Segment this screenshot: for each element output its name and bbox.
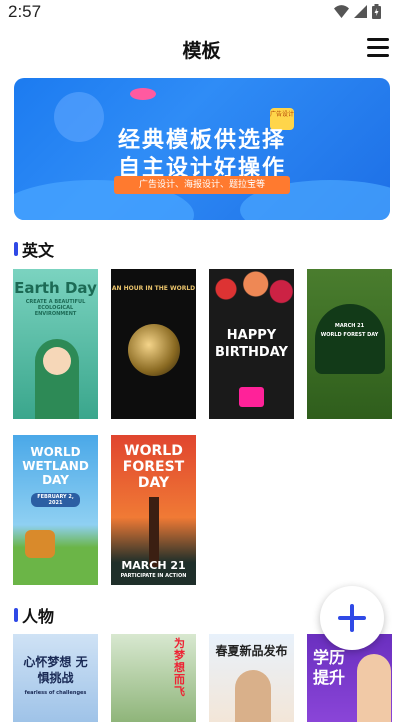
section-title: 英文: [22, 241, 55, 260]
status-icons: [334, 4, 381, 19]
card-title: 春夏新品发布: [215, 644, 288, 658]
flowers-illustration: [209, 269, 294, 319]
card-subtitle: FEBRUARY 2, 2021: [31, 493, 80, 507]
app-bar: 模板: [0, 28, 403, 70]
template-card-wetland-day[interactable]: WORLD WETLAND DAY FEBRUARY 2, 2021: [13, 435, 98, 585]
ufo-decoration: [130, 88, 156, 100]
tree-illustration: [149, 497, 159, 567]
template-card-dream[interactable]: 心怀梦想 无惧挑战 fearless of challenges: [13, 634, 98, 722]
template-card-earth-hour[interactable]: AN HOUR IN THE WORLD: [111, 269, 196, 419]
section-header-english: 英文: [14, 237, 54, 261]
template-card-forest-day[interactable]: MARCH 21 WORLD FOREST DAY: [307, 269, 392, 419]
banner-tag: 广告设计、海报设计、题拉宝等: [114, 176, 290, 194]
section-title: 人物: [22, 607, 55, 626]
heart-lake-illustration: [315, 304, 385, 374]
promo-banner[interactable]: 广告设计 经典模板供选择 自主设计好操作 广告设计、海报设计、题拉宝等: [14, 78, 390, 220]
section-marker: [14, 608, 18, 622]
battery-icon: [372, 4, 381, 19]
signal-icon: [354, 5, 367, 18]
menu-icon-line: [367, 46, 389, 49]
card-title: AN HOUR IN THE WORLD: [111, 285, 196, 292]
card-title: Earth Day: [14, 279, 97, 297]
deer-illustration: [25, 530, 55, 558]
template-card-earth-day[interactable]: Earth Day CREATE A BEAUTIFUL ECOLOGICAL …: [13, 269, 98, 419]
plus-icon: [338, 604, 366, 632]
menu-button[interactable]: [367, 38, 389, 58]
card-subtitle: fearless of challenges: [24, 690, 87, 696]
card-subtitle: MARCH 21: [334, 323, 365, 329]
face-illustration: [43, 347, 71, 375]
card-subtitle: CREATE A BEAUTIFUL ECOLOGICAL ENVIRONMEN…: [25, 299, 86, 317]
globe-illustration: [128, 324, 180, 376]
section-marker: [14, 242, 18, 256]
template-card-forest-day-2[interactable]: WORLD FOREST DAY MARCH 21 PARTICIPATE IN…: [111, 435, 196, 585]
person-illustration: [235, 670, 271, 722]
status-bar: 2:57: [0, 0, 403, 26]
card-title: HAPPY BIRTHDAY: [215, 328, 288, 360]
graduate-illustration: [357, 654, 391, 722]
cake-illustration: [239, 387, 264, 407]
template-card-spring-summer[interactable]: 春夏新品发布: [209, 634, 294, 722]
card-title: 学历提升: [313, 648, 346, 687]
card-title: 为梦想而飞: [174, 637, 185, 698]
card-subtitle-2: PARTICIPATE IN ACTION: [120, 573, 187, 579]
template-card-birthday[interactable]: HAPPY BIRTHDAY: [209, 269, 294, 419]
wifi-icon: [334, 5, 349, 18]
card-title: 心怀梦想 无惧挑战: [23, 655, 88, 685]
card-title: WORLD FOREST DAY: [320, 332, 379, 338]
add-template-button[interactable]: [320, 586, 384, 650]
template-card-fly[interactable]: 为梦想而飞: [111, 634, 196, 722]
card-subtitle: MARCH 21: [121, 559, 186, 572]
card-title: WORLD FOREST DAY: [122, 443, 185, 491]
menu-icon-line: [367, 54, 389, 57]
card-title: WORLD WETLAND DAY: [22, 445, 89, 487]
section-header-people: 人物: [14, 603, 54, 627]
page-title: 模板: [182, 40, 221, 62]
menu-icon: [367, 38, 389, 41]
status-time: 2:57: [8, 2, 42, 21]
